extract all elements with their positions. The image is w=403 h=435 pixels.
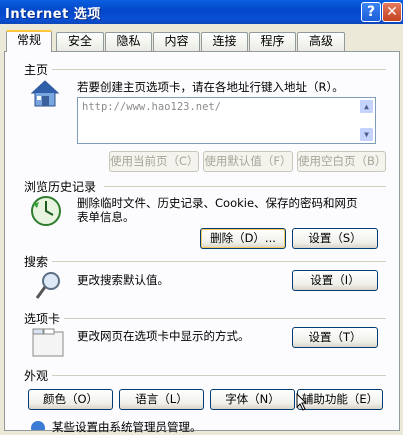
tab-privacy[interactable]: 隐私 [105,32,152,51]
scroll-down-icon[interactable]: ▼ [359,127,374,142]
use-current-button[interactable]: 使用当前页（C） [109,151,199,172]
search-divider [52,261,386,262]
appearance-section-title: 外观 [24,369,49,383]
window-title: Internet 选项 [5,7,101,22]
search-section-title: 搜索 [24,255,49,269]
home-divider [52,69,386,70]
admin-managed-text: 某些设置由系统管理员管理。 [52,420,202,434]
appearance-divider [52,375,386,376]
tabbed-window-icon [32,328,64,361]
home-url-text: http://www.hao123.net/ [82,101,222,113]
tab-general[interactable]: 常规 [6,30,52,52]
tab-security[interactable]: 安全 [56,32,104,51]
use-blank-button[interactable]: 使用空白页（B） [297,151,386,172]
history-settings-button[interactable]: 设置（S） [292,228,378,249]
tab-content[interactable]: 内容 [153,32,200,51]
history-clock-icon [30,195,62,230]
home-url-field[interactable]: http://www.hao123.net/ ▲ ▼ [77,97,376,144]
accessibility-button[interactable]: 辅助功能（E） [297,389,383,410]
use-default-button[interactable]: 使用默认值（F） [203,151,293,172]
tabs-settings-button[interactable]: 设置（T） [292,327,378,348]
history-description-line1: 删除临时文件、历史记录、Cookie、保存的密码和网页 [77,196,358,210]
tab-connections[interactable]: 连接 [201,32,248,51]
admin-managed-icon [30,419,46,435]
fonts-button[interactable]: 字体（N） [210,389,295,410]
tabs-divider [64,318,386,319]
help-icon: ? [366,4,376,20]
search-description: 更改搜索默认值。 [77,273,169,287]
search-settings-button[interactable]: 设置（I） [292,270,378,291]
home-description: 若要创建主页选项卡，请在各地址行键入地址（R）。 [77,80,344,94]
title-bar: Internet 选项 ? ✕ [0,0,403,24]
home-icon [30,79,60,112]
mouse-cursor-icon [296,392,308,414]
languages-button[interactable]: 语言（L） [119,389,204,410]
search-magnifier-icon [34,270,64,305]
delete-history-button[interactable]: 删除（D）... [200,228,286,249]
colors-button[interactable]: 颜色（O） [28,389,113,410]
tab-programs[interactable]: 程序 [249,32,296,51]
close-icon: ✕ [386,4,398,20]
history-description-line2: 表单信息。 [77,210,135,224]
history-divider [104,186,386,187]
tabs-section-title: 选项卡 [24,312,61,326]
scroll-up-icon[interactable]: ▲ [359,99,374,114]
home-section-title: 主页 [24,63,49,77]
history-section-title: 浏览历史记录 [24,180,97,194]
close-button[interactable]: ✕ [382,2,402,22]
tab-advanced[interactable]: 高级 [297,32,345,51]
tabs-description: 更改网页在选项卡中显示的方式。 [77,329,250,343]
help-button[interactable]: ? [361,2,381,22]
